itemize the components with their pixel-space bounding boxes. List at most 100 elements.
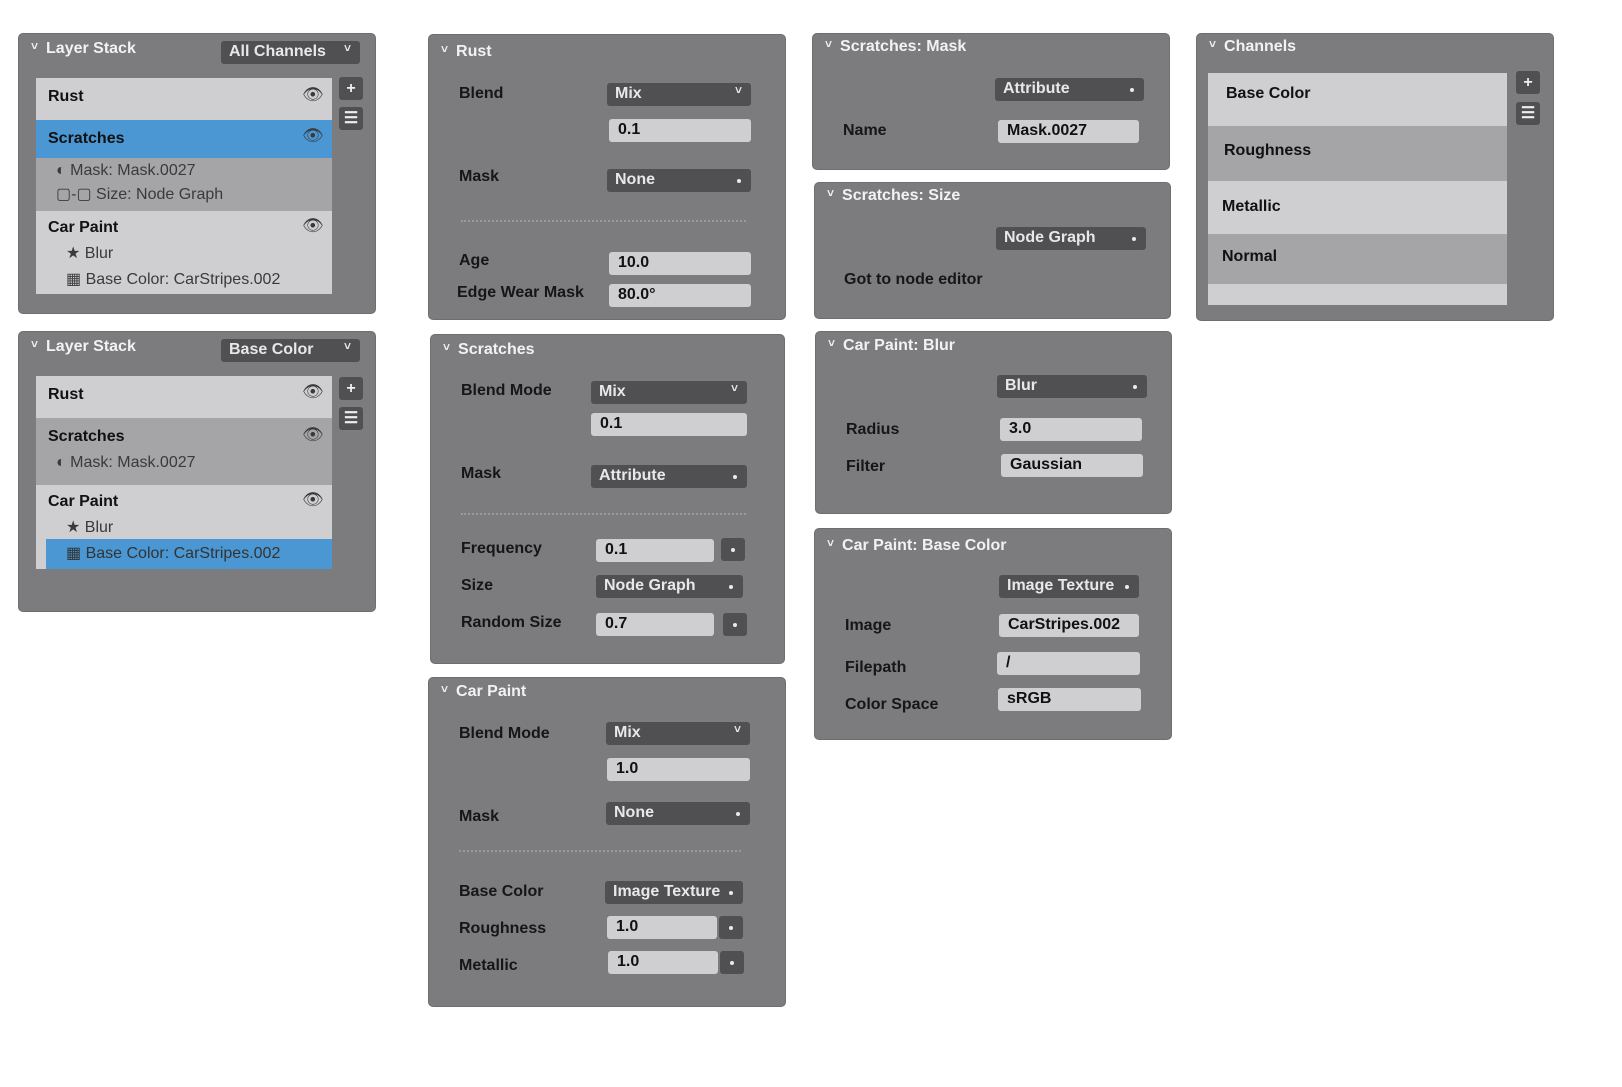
chevron-down-icon[interactable]: ˅ [827,186,834,200]
chevron-down-icon[interactable]: ˅ [443,340,450,354]
frequency-field[interactable]: 0.1 [596,539,714,562]
dot-icon [729,891,733,895]
roughness-link-button[interactable] [719,916,743,939]
channel-select[interactable]: All Channels ˅ [221,41,360,64]
panel-title: Scratches [458,341,535,358]
mask-label: Mask [461,465,502,482]
roughness-field[interactable]: 1.0 [607,916,717,939]
channel-menu-button[interactable]: ☰ [1516,102,1540,125]
age-field[interactable]: 10.0 [609,252,751,275]
blur-subitem[interactable]: ★ Blur [66,517,113,537]
eye-icon[interactable]: 👁 [302,490,324,510]
eye-icon[interactable]: 👁 [302,216,324,236]
layer-item-rust[interactable]: Rust 👁 [36,376,332,418]
opacity-field[interactable]: 1.0 [607,758,750,781]
chevron-down-icon[interactable]: ˅ [825,37,832,51]
add-channel-button[interactable]: + [1516,71,1540,94]
eye-icon[interactable]: 👁 [302,126,324,146]
blend-mode-select[interactable]: Mix ˅ [591,381,747,404]
panel-header[interactable]: ˅ Layer Stack [31,39,136,58]
channel-item-normal[interactable]: Normal [1208,234,1507,284]
filter-field[interactable]: Gaussian [1001,454,1143,477]
size-select[interactable]: Node Graph [596,575,743,598]
panel-header[interactable]: ˅ Car Paint [441,682,526,701]
layer-item-scratches[interactable]: Scratches 👁 ◐ Mask: Mask.0027 [36,418,332,485]
panel-header[interactable]: ˅ Car Paint: Blur [828,336,955,355]
mask-subitem[interactable]: ◐ Mask: Mask.0027 [56,162,196,180]
base-color-subitem[interactable]: ▦ Base Color: CarStripes.002 [66,269,280,289]
chevron-down-icon[interactable]: ˅ [441,682,448,696]
name-field[interactable]: Mask.0027 [998,120,1139,143]
mask-select[interactable]: None [606,802,750,825]
mask-select[interactable]: Attribute [591,465,747,488]
node-graph-icon: ▢-▢ [56,186,92,203]
texture-type-select[interactable]: Image Texture [999,575,1139,598]
panel-header[interactable]: ˅ Layer Stack [31,337,136,356]
mask-type-select[interactable]: Attribute [995,78,1144,101]
base-color-select[interactable]: Image Texture [605,881,743,904]
panel-title: Layer Stack [46,338,136,355]
blur-subitem[interactable]: ★ Blur [66,243,113,263]
blend-mode-select[interactable]: Mix ˅ [607,83,751,106]
layer-menu-button[interactable]: ☰ [339,107,363,130]
layer-item-rust[interactable]: Rust 👁 [36,78,332,120]
chevron-down-icon[interactable]: ˅ [31,337,38,351]
chevron-down-icon[interactable]: ˅ [828,336,835,350]
add-layer-button[interactable]: + [339,77,363,100]
node-editor-link[interactable]: Got to node editor [844,271,983,289]
chevron-down-icon: ˅ [343,339,351,353]
channel-name: Normal [1222,248,1278,265]
add-layer-button[interactable]: + [339,377,363,400]
layer-item-scratches[interactable]: Scratches 👁 [36,120,332,158]
mask-subitem[interactable]: ◐ Mask: Mask.0027 [56,454,196,472]
panel-header[interactable]: ˅ Scratches [443,340,535,359]
size-type-select[interactable]: Node Graph [996,227,1146,250]
size-value: Node Graph [604,577,696,594]
layer-item-car-paint[interactable]: Car Paint 👁 ★ Blur ▦ Base Color: CarStri… [36,485,332,569]
panel-header[interactable]: ˅ Channels [1209,37,1296,56]
size-subitem[interactable]: ▢-▢ Size: Node Graph [56,184,223,204]
channel-list: Base Color Roughness Metallic Normal [1208,73,1507,305]
chevron-down-icon[interactable]: ˅ [31,39,38,53]
channel-item-metallic[interactable]: Metallic [1208,181,1507,234]
channel-item-base-color[interactable]: Base Color [1208,73,1507,126]
base-color-label: Base Color [459,883,544,900]
color-space-field[interactable]: sRGB [998,688,1141,711]
image-field[interactable]: CarStripes.002 [999,614,1139,637]
eye-icon[interactable]: 👁 [302,382,324,402]
size-subitem-label: Size: Node Graph [96,186,224,203]
mask-select[interactable]: None [607,169,751,192]
layer-item-car-paint[interactable]: Car Paint 👁 ★ Blur ▦ Base Color: CarStri… [36,211,332,294]
random-size-field[interactable]: 0.7 [596,613,714,636]
base-color-subitem-selected[interactable]: ▦ Base Color: CarStripes.002 [46,539,332,569]
blend-mode-select[interactable]: Mix ˅ [606,722,750,745]
random-size-link-button[interactable] [723,613,747,636]
chevron-down-icon[interactable]: ˅ [1209,37,1216,51]
metallic-link-button[interactable] [720,951,744,974]
channel-select[interactable]: Base Color ˅ [221,339,360,362]
opacity-field[interactable]: 0.1 [591,413,747,436]
eye-icon[interactable]: 👁 [302,85,324,105]
chevron-down-icon[interactable]: ˅ [441,42,448,56]
panel-header[interactable]: ˅ Scratches: Mask [825,37,966,56]
chevron-down-icon: ˅ [733,722,741,736]
panel-header[interactable]: ˅ Car Paint: Base Color [827,536,1007,555]
frequency-link-button[interactable] [721,538,745,561]
panel-header[interactable]: ˅ Rust [441,42,492,61]
chevron-down-icon[interactable]: ˅ [827,536,834,550]
filepath-field[interactable]: / [997,652,1140,675]
channel-name: Roughness [1224,142,1312,159]
metallic-field[interactable]: 1.0 [608,951,718,974]
blur-type-select[interactable]: Blur [997,375,1147,398]
panel-header[interactable]: ˅ Scratches: Size [827,186,960,205]
channel-item-roughness[interactable]: Roughness [1208,126,1507,181]
radius-field[interactable]: 3.0 [1000,418,1142,441]
opacity-field[interactable]: 0.1 [609,119,751,142]
eye-icon[interactable]: 👁 [302,425,324,445]
blend-mode-value: Mix [615,85,642,102]
texture-icon: ▦ [66,545,82,562]
age-label: Age [459,252,490,269]
edge-wear-mask-field[interactable]: 80.0° [609,284,751,307]
layer-menu-button[interactable]: ☰ [339,407,363,430]
roughness-label: Roughness [459,920,547,937]
